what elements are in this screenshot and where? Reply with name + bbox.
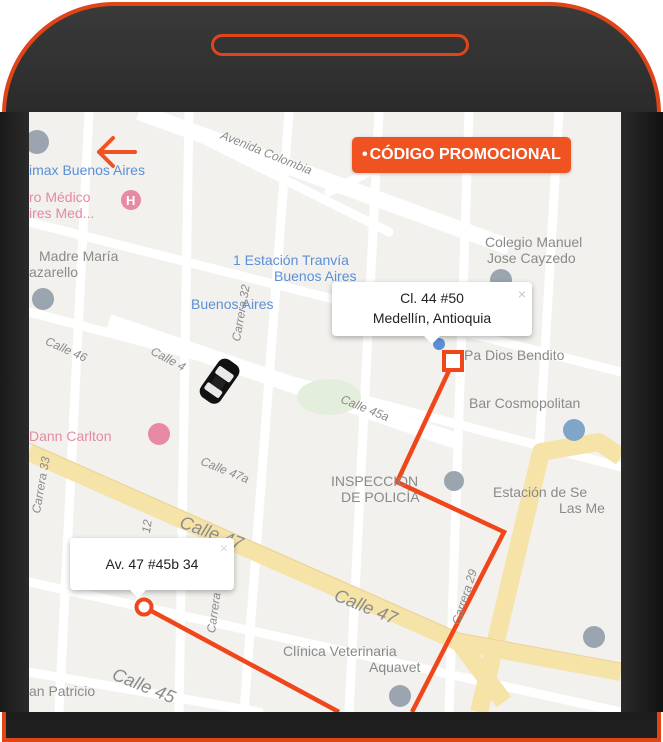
- map-label-hotel[interactable]: Dann Carlton: [29, 428, 112, 444]
- destination-info-bubble[interactable]: × Cl. 44 #50 Medellín, Antioquia: [332, 282, 532, 344]
- promo-code-label: CÓDIGO PROMOCIONAL: [369, 146, 561, 163]
- origin-info-bubble[interactable]: × Av. 47 #45b 34: [70, 538, 234, 598]
- svg-text:H: H: [126, 193, 135, 208]
- map-label-estacion[interactable]: Estación de Se: [493, 484, 587, 500]
- map-label-tram-station[interactable]: 1 Estación Tranvía: [233, 252, 349, 268]
- bubble-tail: [130, 590, 146, 598]
- back-button[interactable]: [95, 134, 139, 170]
- map-label-vet-2: Aquavet: [369, 659, 421, 675]
- map-label-school-2: Jose Cayzedo: [487, 250, 576, 266]
- map-label-san-patricio[interactable]: an Patricio: [29, 683, 95, 699]
- phone-side-left: [0, 112, 29, 712]
- map-label-medical-2: ires Med...: [29, 205, 95, 221]
- close-icon[interactable]: ×: [518, 284, 526, 304]
- bubble-tail: [424, 336, 440, 344]
- map-label-medical[interactable]: ro Médico: [29, 189, 90, 205]
- origin-address: Av. 47 #45b 34: [105, 556, 199, 572]
- bullet-icon: •: [362, 146, 368, 163]
- map-label-inspeccion[interactable]: INSPECCIÓN: [331, 473, 418, 489]
- map-label-inspeccion-2: DE POLICÍA: [341, 489, 420, 505]
- speaker-slot: [211, 34, 469, 56]
- destination-address: Cl. 44 #50: [400, 290, 464, 306]
- phone-side-right: [621, 112, 663, 712]
- destination-city: Medellín, Antioquia: [372, 310, 492, 326]
- map-label-estacion-2: Las Me: [559, 500, 605, 516]
- arrow-left-icon: [97, 136, 137, 168]
- close-icon[interactable]: ×: [220, 540, 228, 556]
- map-label-bar[interactable]: Bar Cosmopolitan: [469, 395, 580, 411]
- map-screen[interactable]: H imax Buenos Aires ro Médico ires Med..…: [29, 112, 621, 712]
- map-label-school[interactable]: Colegio Manuel: [485, 234, 582, 250]
- map-canvas: H: [29, 112, 621, 712]
- road-label-fragment: 12: [139, 518, 155, 534]
- map-label-buenos-aires[interactable]: Buenos Aires: [191, 296, 274, 312]
- map-label-vet[interactable]: Clínica Veterinaria: [283, 643, 397, 659]
- map-label-church[interactable]: Madre María: [39, 248, 118, 264]
- map-label-pa-dios[interactable]: Pa Dios Bendito: [464, 347, 564, 363]
- map-label-church-2: azarello: [29, 264, 79, 280]
- promo-code-button[interactable]: • CÓDIGO PROMOCIONAL: [352, 137, 571, 173]
